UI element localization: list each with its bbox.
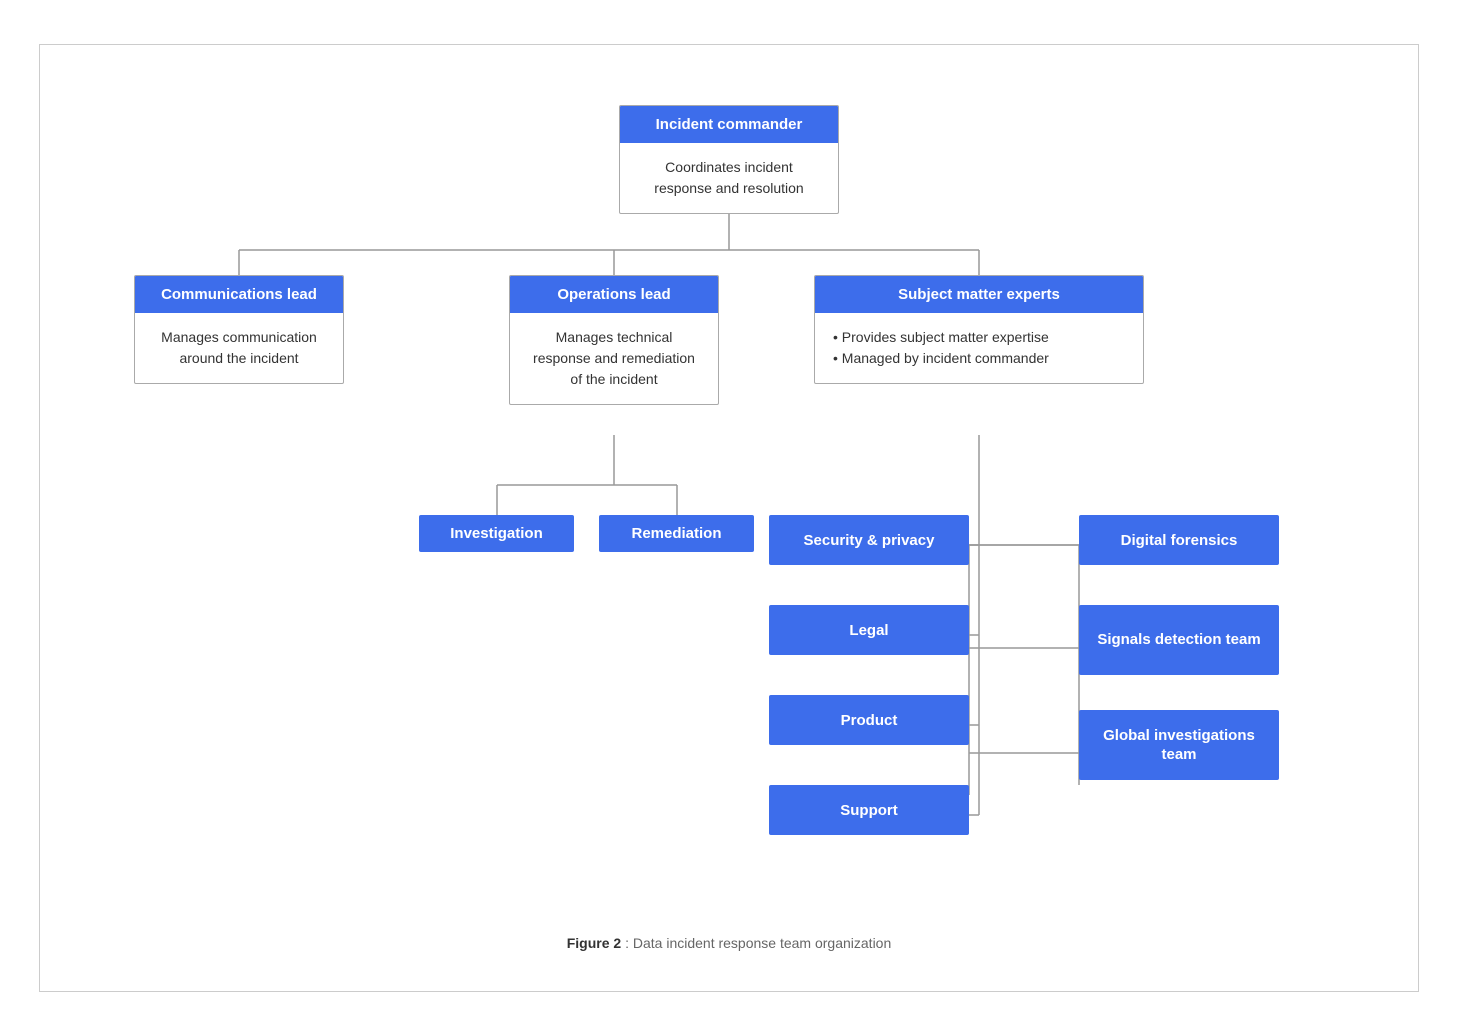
signals-detection-node: Signals detection team [1079,605,1279,675]
org-chart: Incident commander Coordinates incident … [79,85,1379,905]
communications-lead-body: Manages communication around the inciden… [135,313,343,383]
communications-lead-node: Communications lead Manages communicatio… [134,275,344,384]
global-investigations-node: Global investigations team [1079,710,1279,780]
figure-caption: Figure 2 : Data incident response team o… [567,935,892,951]
sme-body: • Provides subject matter expertise • Ma… [815,313,1143,383]
subject-matter-experts-node: Subject matter experts • Provides subjec… [814,275,1144,384]
sme-line2: • Managed by incident commander [833,348,1125,369]
figure-description: Data incident response team organization [633,935,891,951]
operations-lead-node: Operations lead Manages technical respon… [509,275,719,405]
figure-label: Figure 2 [567,935,621,951]
incident-commander-header: Incident commander [620,106,838,143]
legal-node: Legal [769,605,969,655]
digital-forensics-node: Digital forensics [1079,515,1279,565]
product-node: Product [769,695,969,745]
figure-text: : [625,935,633,951]
security-privacy-node: Security & privacy [769,515,969,565]
incident-commander-node: Incident commander Coordinates incident … [619,105,839,214]
sme-header: Subject matter experts [815,276,1143,313]
investigation-node: Investigation [419,515,574,552]
remediation-node: Remediation [599,515,754,552]
incident-commander-body: Coordinates incident response and resolu… [620,143,838,213]
diagram-container: Incident commander Coordinates incident … [39,44,1419,992]
support-node: Support [769,785,969,835]
sme-line1: • Provides subject matter expertise [833,327,1125,348]
operations-lead-body: Manages technical response and remediati… [510,313,718,404]
operations-lead-header: Operations lead [510,276,718,313]
communications-lead-header: Communications lead [135,276,343,313]
